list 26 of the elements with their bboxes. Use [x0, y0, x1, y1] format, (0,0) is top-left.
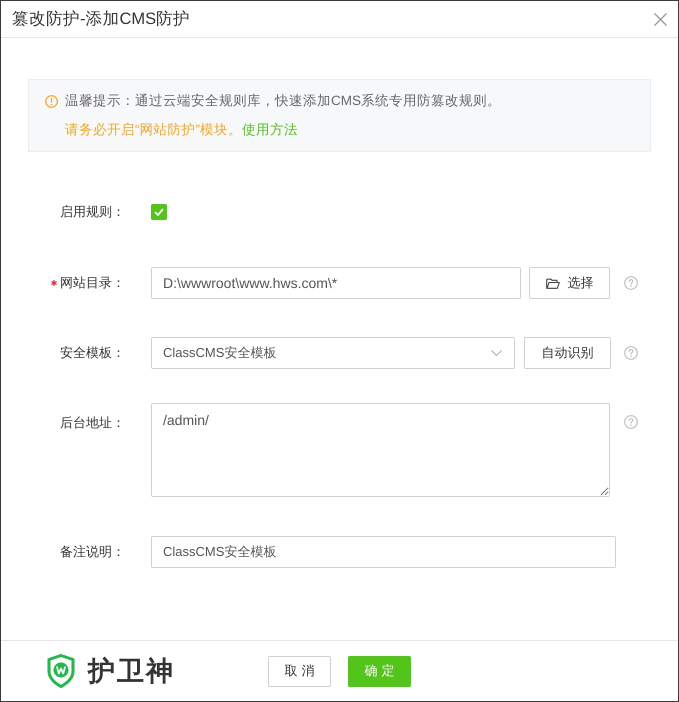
directory-input[interactable]: D:\wwwroot\www.hws.com\* [151, 267, 521, 299]
help-icon[interactable] [624, 276, 638, 290]
field-label: 后台地址： [60, 414, 125, 432]
template-select[interactable]: ClassCMS安全模板 [151, 337, 515, 369]
help-icon[interactable] [624, 346, 638, 360]
folder-icon [546, 278, 560, 288]
field-label: 备注说明： [60, 543, 125, 562]
field-label: 启用规则： [60, 203, 125, 222]
checkmark-icon [154, 208, 164, 216]
help-icon[interactable] [624, 415, 638, 429]
close-icon[interactable] [654, 12, 667, 26]
browse-button[interactable]: 选择 [529, 267, 610, 299]
auto-detect-button[interactable]: 自动识别 [524, 337, 611, 369]
brand-name: 护卫神 [88, 654, 175, 688]
notice-warning: 请务必开启“网站防护”模块。 [65, 120, 242, 138]
remark-input[interactable]: ClassCMS安全模板 [151, 536, 616, 568]
field-label: 安全模板： [60, 344, 125, 362]
cancel-button[interactable]: 取 消 [268, 656, 331, 686]
warning-circle-icon [45, 94, 58, 108]
enable-checkbox[interactable] [151, 204, 167, 220]
chevron-down-icon [491, 350, 502, 356]
dialog-title: 篡改防护-添加CMS防护 [12, 8, 190, 30]
notice-text: 温馨提示：通过云端安全规则库，快速添加CMS系统专用防篡改规则。 [65, 92, 501, 110]
field-label: 网站目录： [60, 274, 125, 292]
admin-path-textarea[interactable]: /admin/ [151, 403, 610, 497]
shield-logo-icon [47, 654, 75, 688]
